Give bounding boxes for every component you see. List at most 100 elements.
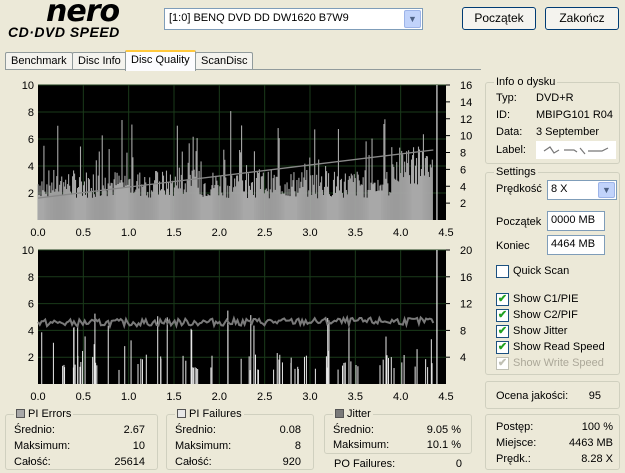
show-read-speed-checkbox[interactable]: ✔ bbox=[496, 341, 509, 354]
tab-scandisc[interactable]: ScanDisc bbox=[195, 52, 254, 70]
pi-errors-total-value: 25614 bbox=[114, 456, 145, 468]
settings-title: Settings bbox=[494, 166, 538, 178]
y-left-tick-label: 2 bbox=[28, 188, 34, 200]
exit-button[interactable]: Zakończ bbox=[545, 7, 619, 30]
start-button[interactable]: Początek bbox=[462, 7, 536, 30]
end-mb-label: Koniec bbox=[496, 240, 530, 252]
pi-failures-chart: 2 4 6 8 10 4 8 12 16 20 0.0 0.5 1.0 1.5 2.0 2.5 3.0 3.5 4.… bbox=[22, 245, 473, 403]
speed-select[interactable]: 8 X ▼ bbox=[547, 180, 617, 200]
y-right-tick-label: 4 bbox=[460, 181, 466, 193]
y-right-tick-label: 4 bbox=[460, 352, 466, 364]
show-jitter-checkbox[interactable]: ✔ bbox=[496, 325, 509, 338]
y-right-tick-label: 8 bbox=[460, 148, 466, 160]
x-tick-label: 0.0 bbox=[30, 391, 45, 403]
show-write-speed-checkbox: ✔ bbox=[496, 357, 509, 370]
disc-info-title: Info o dysku bbox=[494, 76, 558, 88]
x-tick-label: 1.0 bbox=[121, 391, 136, 403]
quality-score-label: Ocena jakości: bbox=[496, 390, 569, 402]
disc-type-label: Typ: bbox=[496, 92, 517, 104]
x-tick-label: 1.5 bbox=[166, 391, 181, 403]
y-left-tick-label: 2 bbox=[28, 352, 34, 364]
pi-failures-total-label: Całość: bbox=[175, 456, 212, 468]
drive-select-value: [1:0] BENQ DVD DD DW1620 B7W9 bbox=[169, 12, 349, 24]
show-read-speed-label: Show Read Speed bbox=[513, 341, 605, 353]
quality-score-value: 95 bbox=[588, 390, 601, 402]
pi-failures-total-value: 920 bbox=[282, 456, 301, 468]
pi-errors-avg-label: Średnio: bbox=[14, 424, 55, 436]
show-c1-pie-checkbox[interactable]: ✔ bbox=[496, 293, 509, 306]
pi-errors-title: PI Errors bbox=[14, 408, 74, 420]
jitter-max-value: 10.1 % bbox=[426, 439, 461, 451]
x-tick-label: 2.5 bbox=[257, 227, 272, 239]
y-right-tick-label: 14 bbox=[460, 97, 472, 109]
y-left-tick-label: 4 bbox=[28, 325, 34, 337]
chevron-down-icon[interactable]: ▼ bbox=[598, 182, 615, 198]
pi-failures-avg-value: 0.08 bbox=[279, 424, 301, 436]
read-speed-value: 8.28 X bbox=[581, 453, 613, 465]
y-right-tick-label: 12 bbox=[460, 114, 472, 126]
disc-label-label: Label: bbox=[496, 144, 526, 156]
read-speed-label: Prędk.: bbox=[496, 453, 531, 465]
jitter-color-swatch bbox=[335, 409, 344, 418]
disc-info-group: Info o dysku Typ: DVD+R ID: MBIPG101 R04… bbox=[485, 76, 620, 164]
y-right-tick-label: 10 bbox=[460, 131, 472, 143]
speed-label: Prędkość bbox=[496, 183, 542, 195]
x-tick-label: 3.0 bbox=[302, 227, 317, 239]
quick-scan-checkbox[interactable] bbox=[496, 265, 509, 278]
x-tick-label: 1.5 bbox=[166, 227, 181, 239]
tab-disc-quality[interactable]: Disc Quality bbox=[125, 50, 196, 71]
po-failures-label: PO Failures: bbox=[334, 458, 396, 470]
x-tick-label: 3.5 bbox=[348, 391, 363, 403]
show-jitter-label: Show Jitter bbox=[513, 325, 568, 337]
pi-failures-max-value: 8 bbox=[294, 440, 301, 452]
location-value: 4463 MB bbox=[568, 437, 613, 449]
settings-group: Settings Prędkość 8 X ▼ Początek 0000 MB… bbox=[485, 166, 620, 375]
disc-type-value: DVD+R bbox=[536, 92, 574, 104]
quality-score-group: Ocena jakości: 95 bbox=[485, 381, 620, 409]
jitter-title: Jitter bbox=[333, 408, 373, 420]
plot-area bbox=[38, 250, 446, 384]
jitter-avg-value: 9.05 % bbox=[426, 424, 461, 436]
x-tick-label: 4.0 bbox=[393, 391, 408, 403]
y-left-tick-label: 6 bbox=[28, 299, 34, 311]
progress-label: Postęp: bbox=[496, 421, 534, 433]
y-left-tick-label: 10 bbox=[22, 245, 34, 257]
pi-failures-max-label: Maksimum: bbox=[175, 440, 232, 452]
tab-disc-info[interactable]: Disc Info bbox=[72, 52, 127, 70]
chevron-down-icon[interactable]: ▼ bbox=[404, 10, 421, 28]
y-left-tick-label: 8 bbox=[28, 272, 34, 284]
y-left-tick-label: 4 bbox=[28, 161, 34, 173]
tab-panel-border bbox=[5, 69, 481, 70]
y-left-tick-label: 8 bbox=[28, 107, 34, 119]
x-tick-label: 2.0 bbox=[212, 391, 227, 403]
tab-benchmark[interactable]: Benchmark bbox=[5, 52, 73, 70]
y-right-tick-label: 2 bbox=[460, 198, 466, 210]
x-tick-label: 4.5 bbox=[438, 227, 453, 239]
x-tick-label: 3.5 bbox=[348, 227, 363, 239]
x-tick-label: 2.5 bbox=[257, 391, 272, 403]
x-tick-label: 0.5 bbox=[76, 227, 91, 239]
show-c2-pif-checkbox[interactable]: ✔ bbox=[496, 309, 509, 322]
jitter-max-label: Maksimum: bbox=[333, 439, 390, 451]
jitter-avg-label: Średnio: bbox=[333, 424, 374, 436]
y-right-tick-label: 6 bbox=[460, 164, 466, 176]
x-tick-label: 2.0 bbox=[212, 227, 227, 239]
speed-select-value: 8 X bbox=[551, 183, 568, 195]
pi-errors-chart: 2 4 6 8 10 2 4 6 8 10 12 14 16 0.0 0.5 1.0 1.5 2.0 2.5 3.0 3… bbox=[22, 80, 473, 239]
start-mb-input[interactable]: 0000 MB bbox=[547, 211, 605, 231]
pi-errors-stats: PI Errors Średnio: 2.67 Maksimum: 10 Cał… bbox=[5, 408, 158, 470]
show-c2-pif-label: Show C2/PIF bbox=[513, 309, 578, 321]
logo-subtitle: CD·DVD SPEED bbox=[8, 24, 120, 40]
pi-errors-max-value: 10 bbox=[132, 440, 145, 452]
end-mb-input[interactable]: 4464 MB bbox=[547, 235, 605, 255]
nero-logo: nero CD·DVD SPEED bbox=[6, 0, 156, 44]
drive-select[interactable]: [1:0] BENQ DVD DD DW1620 B7W9 ▼ bbox=[164, 8, 423, 30]
po-failures-value: 0 bbox=[455, 458, 462, 470]
x-tick-label: 0.0 bbox=[30, 227, 45, 239]
location-label: Miejsce: bbox=[496, 437, 537, 449]
disc-id-label: ID: bbox=[496, 109, 511, 121]
pi-errors-color-swatch bbox=[16, 409, 25, 418]
x-tick-label: 0.5 bbox=[76, 391, 91, 403]
y-left-tick-label: 6 bbox=[28, 134, 34, 146]
disc-date-label: Data: bbox=[496, 126, 523, 138]
